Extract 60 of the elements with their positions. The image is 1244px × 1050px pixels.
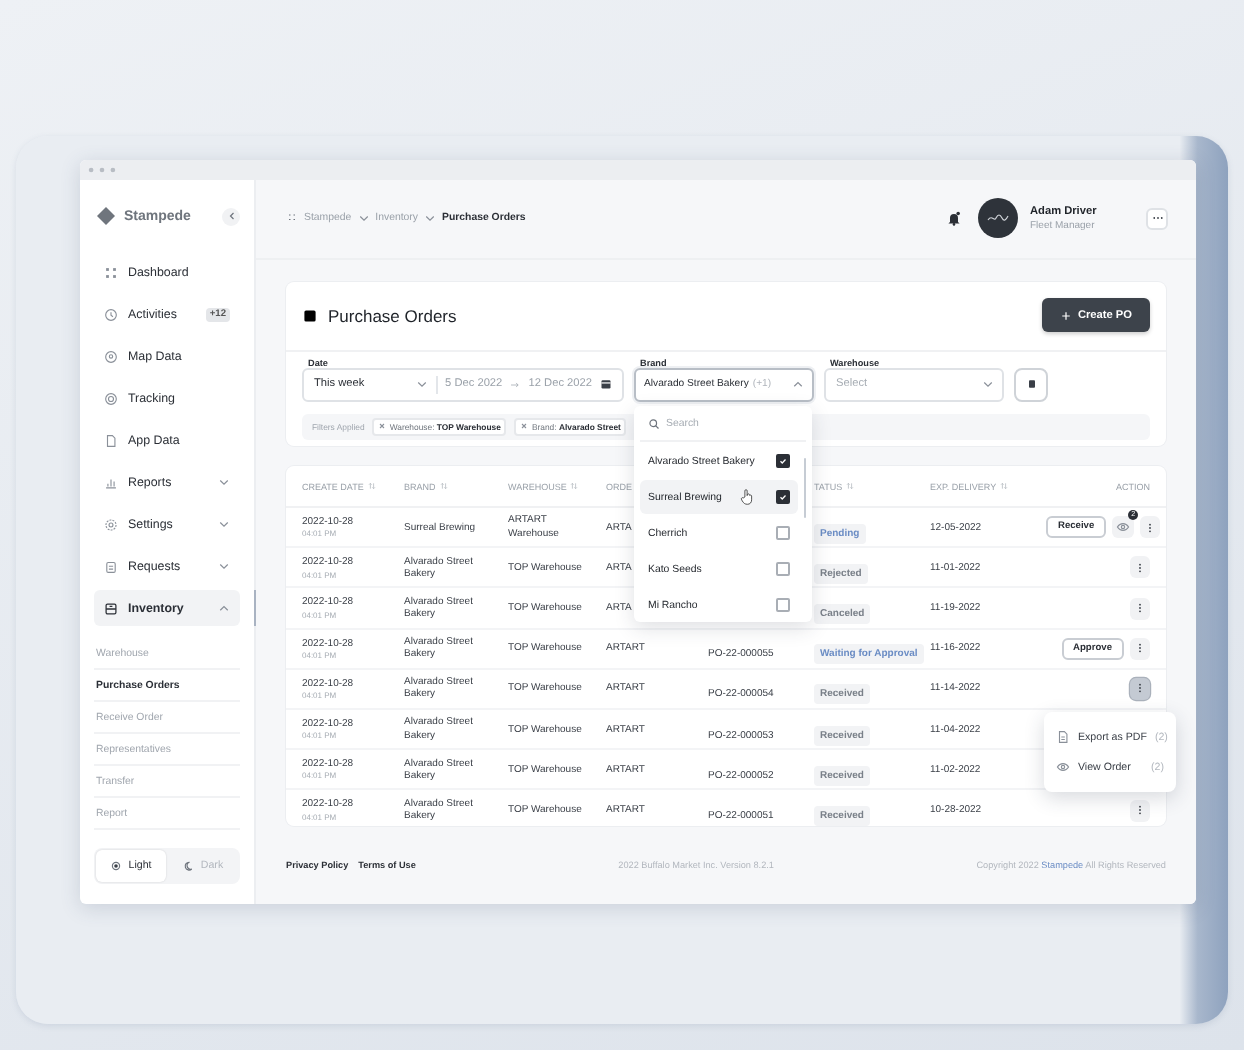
collapse-button[interactable] <box>222 207 240 225</box>
sort-icon <box>367 482 376 491</box>
search-icon <box>648 418 660 430</box>
chevron-down-icon <box>415 378 428 391</box>
document-icon <box>1056 730 1070 744</box>
eye-icon <box>1056 760 1070 774</box>
chevron-up-icon <box>792 378 804 391</box>
page-title: Purchase Orders <box>328 305 459 326</box>
checkbox[interactable] <box>775 453 790 469</box>
close-icon[interactable] <box>378 422 387 431</box>
window-controls-icon[interactable] <box>88 166 116 174</box>
sort-icon <box>1000 482 1009 491</box>
more-button[interactable] <box>1140 516 1161 539</box>
settings-icon <box>104 517 118 531</box>
target-icon <box>104 391 118 405</box>
sort-icon <box>570 482 579 491</box>
avatar[interactable] <box>978 198 1018 239</box>
clock-icon <box>104 307 118 321</box>
calendar-icon[interactable] <box>600 378 612 391</box>
chevron-down-icon <box>982 377 994 390</box>
eye-icon <box>1116 520 1131 535</box>
box-icon <box>104 601 118 615</box>
moon-icon <box>182 860 195 872</box>
logo-icon <box>96 206 116 226</box>
chevron-down-icon <box>357 212 370 225</box>
more-button[interactable] <box>1146 207 1168 230</box>
clipboard-icon <box>104 559 118 573</box>
grid-icon <box>286 212 298 225</box>
collapse-icon <box>225 210 237 222</box>
chevron-up-icon <box>218 602 230 614</box>
more-button[interactable] <box>1130 556 1150 579</box>
pin-icon <box>104 349 118 363</box>
filter-button[interactable] <box>1014 367 1048 402</box>
more-button[interactable] <box>1130 597 1150 620</box>
sun-icon <box>110 860 123 872</box>
chevron-down-icon <box>218 560 230 572</box>
chevron-down-icon <box>218 518 230 530</box>
checkbox[interactable] <box>775 561 790 577</box>
chevron-down-icon <box>218 476 230 488</box>
checkbox[interactable] <box>775 597 790 613</box>
arrow-icon <box>510 379 521 390</box>
sort-icon <box>439 482 448 491</box>
checkbox[interactable] <box>775 525 790 541</box>
active-indicator <box>253 590 256 626</box>
more-button[interactable] <box>1130 637 1150 660</box>
check-icon <box>777 492 788 502</box>
bell-icon[interactable] <box>946 210 962 227</box>
check-icon <box>777 456 788 466</box>
close-icon[interactable] <box>520 422 529 431</box>
sort-icon <box>846 482 855 491</box>
plus-icon <box>1059 309 1072 322</box>
more-button[interactable] <box>1130 799 1150 821</box>
chart-icon <box>104 475 118 489</box>
chevron-down-icon <box>424 212 436 225</box>
checkbox[interactable] <box>775 489 790 505</box>
grid-icon <box>104 265 118 279</box>
hand-cursor-icon <box>740 488 754 506</box>
more-button[interactable] <box>1130 677 1150 700</box>
scrollbar[interactable] <box>803 458 806 518</box>
file-icon <box>104 433 118 447</box>
